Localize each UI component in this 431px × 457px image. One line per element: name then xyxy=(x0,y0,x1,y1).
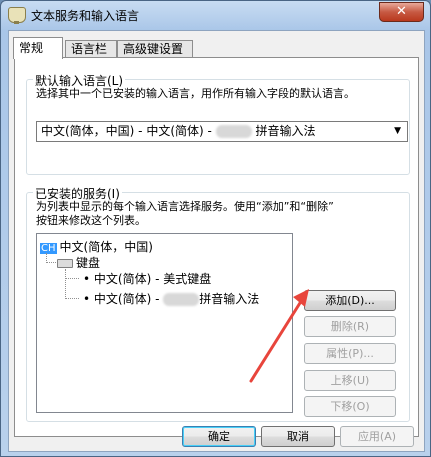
annotation-arrow-icon xyxy=(249,289,309,383)
tree-node-keyboard[interactable]: 键盘 xyxy=(57,254,100,271)
cancel-button[interactable]: 取消 xyxy=(261,426,335,447)
tab-advanced-key-settings[interactable]: 高级键设置 xyxy=(117,40,193,58)
title-bar[interactable]: 文本服务和输入语言 ✕ xyxy=(1,1,430,29)
tree-connector xyxy=(65,278,79,279)
tree-node-service[interactable]: • 中文(简体) - 美式键盘 xyxy=(83,270,211,287)
tree-node-language[interactable]: CH 中文(简体，中国) xyxy=(40,238,153,255)
remove-button[interactable]: 删除(R) xyxy=(304,316,396,337)
dialog-window: 文本服务和输入语言 ✕ 常规 语言栏 高级键设置 默认输入语言(L) 选择其中一… xyxy=(0,0,431,457)
tab-language-bar[interactable]: 语言栏 xyxy=(65,40,117,58)
properties-button[interactable]: 属性(P)... xyxy=(304,343,396,364)
redacted-area xyxy=(163,293,200,306)
ok-button[interactable]: 确定 xyxy=(182,426,256,447)
services-description-line1: 为列表中显示的每个输入语言选择服务。使用“添加”和“删除” xyxy=(36,200,334,213)
add-button[interactable]: 添加(D)... xyxy=(304,290,396,311)
combo-selected-value: 中文(简体，中国) - 中文(简体) - 拼音输入法 xyxy=(41,124,316,138)
close-button[interactable]: ✕ xyxy=(379,2,424,22)
tab-general[interactable]: 常规 xyxy=(13,37,63,59)
services-description-line2: 按钮来修改这个列表。 xyxy=(36,214,146,227)
ch-language-icon: CH xyxy=(40,243,57,254)
tree-connector xyxy=(65,298,79,299)
move-up-button[interactable]: 上移(U) xyxy=(304,370,396,391)
general-tab-panel: 默认输入语言(L) 选择其中一个已安装的输入语言，用作所有输入字段的默认语言。 … xyxy=(14,57,419,437)
window-title: 文本服务和输入语言 xyxy=(31,9,140,23)
default-language-description: 选择其中一个已安装的输入语言，用作所有输入字段的默认语言。 xyxy=(36,87,355,100)
tree-node-service[interactable]: • 中文(简体) - 拼音输入法 xyxy=(83,290,259,307)
default-language-combo[interactable]: 中文(简体，中国) - 中文(简体) - 拼音输入法 ▼ xyxy=(36,121,408,142)
speech-bubble-icon xyxy=(8,7,26,24)
chevron-down-icon[interactable]: ▼ xyxy=(394,122,401,141)
tree-connector xyxy=(46,262,56,263)
dialog-client: 常规 语言栏 高级键设置 默认输入语言(L) 选择其中一个已安装的输入语言，用作… xyxy=(8,30,425,452)
move-down-button[interactable]: 下移(O) xyxy=(304,396,396,417)
tree-connector xyxy=(65,269,66,299)
redacted-area xyxy=(215,125,252,138)
apply-button[interactable]: 应用(A) xyxy=(340,426,414,447)
keyboard-icon xyxy=(57,259,73,268)
